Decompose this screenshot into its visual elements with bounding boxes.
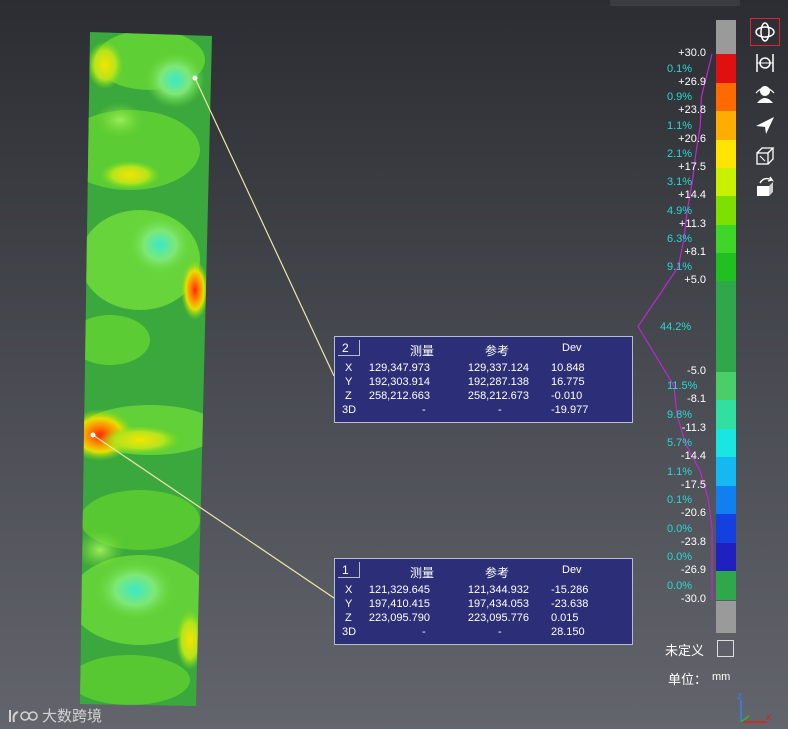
direction-arrow-icon — [756, 117, 774, 134]
callout-id: 2 — [338, 340, 360, 356]
scale-percentage: 1.1% — [667, 465, 693, 478]
view-toolbar — [750, 18, 784, 204]
scale-percentage: 0.1% — [667, 62, 693, 75]
rotate-view-icon — [755, 22, 775, 42]
box-arrow-button[interactable] — [750, 173, 780, 201]
scale-percentage: 3.1% — [667, 176, 693, 188]
measure-point-2 — [192, 75, 198, 81]
scale-percentage: 5.7% — [667, 437, 693, 449]
scale-tick-label: +30.0 — [678, 47, 706, 59]
watermark-logo-icon — [9, 709, 38, 722]
scale-tick-label: -17.5 — [680, 479, 706, 491]
callout-id: 1 — [338, 562, 360, 578]
scale-tick-label: +20.6 — [678, 133, 706, 145]
scale-tick-label: -26.9 — [680, 564, 706, 576]
callout-row: Z 223,095.790 223,095.776 0.015 — [345, 612, 579, 624]
callout-row: 3D - - -19.977 — [342, 404, 589, 416]
scale-tick-label: -8.1 — [687, 393, 706, 405]
scale-percentage: 0.0% — [667, 551, 693, 563]
watermark: 大数跨境 — [8, 705, 102, 726]
col-reference: 参考 — [485, 344, 510, 358]
scale-percentage: 0.9% — [667, 91, 693, 103]
unit-label: 单位： — [668, 672, 708, 687]
scale-percentage: 0.0% — [667, 579, 693, 592]
callout-row: Y 192,303.914 192,287.138 16.775 — [345, 376, 585, 388]
undefined-color-swatch[interactable] — [717, 640, 734, 657]
measurement-callout-2[interactable]: 2 测量 参考 Dev X 129,347.973 129,337.124 10… — [334, 336, 633, 423]
axis-x-label: x — [766, 712, 771, 723]
scale-tick-label: -11.3 — [681, 422, 706, 434]
col-dev: Dev — [562, 564, 582, 576]
unit-value: mm — [712, 671, 731, 683]
scale-tick-label: -23.8 — [680, 536, 706, 548]
callout-row: X 129,347.973 129,337.124 10.848 — [345, 362, 585, 374]
fit-view-icon — [756, 54, 774, 72]
watermark-text: 大数跨境 — [42, 708, 103, 725]
scale-percentage: 44.2% — [660, 320, 692, 333]
scale-percentage: 6.3% — [667, 233, 693, 245]
scale-tick-label: +23.8 — [678, 104, 706, 116]
scale-percentage: 4.9% — [667, 204, 693, 217]
user-view-icon — [755, 86, 775, 103]
user-view-button[interactable] — [750, 80, 780, 108]
box-arrow-icon — [757, 176, 775, 196]
scale-tick-label: -5.0 — [687, 365, 706, 377]
scale-tick-label: +17.5 — [678, 161, 706, 173]
scale-tick-label: +8.1 — [684, 246, 706, 258]
measure-point-1 — [90, 432, 96, 438]
scale-percentage: 11.5% — [667, 380, 698, 392]
scale-tick-label: +11.3 — [678, 218, 706, 230]
scale-percentage: 9.1% — [667, 261, 693, 273]
scale-percentage: 9.8% — [667, 408, 693, 421]
rotate-view-button[interactable] — [750, 18, 780, 46]
scale-percentage: 0.1% — [667, 494, 693, 506]
direction-button[interactable] — [750, 111, 780, 139]
undefined-label: 未定义 — [665, 643, 705, 658]
axis-triad: z x — [737, 691, 771, 723]
cube-view-button[interactable] — [750, 142, 780, 170]
col-reference: 参考 — [485, 566, 510, 580]
scale-tick-label: +14.4 — [678, 189, 706, 201]
cube-view-icon — [756, 147, 775, 165]
fit-view-button[interactable] — [750, 49, 780, 77]
col-measured: 测量 — [410, 566, 435, 580]
scale-tick-label: -14.4 — [680, 450, 706, 462]
callout-row: Y 197,410.415 197,434.053 -23.638 — [345, 598, 589, 610]
col-dev: Dev — [562, 342, 582, 354]
scale-percentage: 0.0% — [667, 522, 693, 535]
measurement-callout-1[interactable]: 1 测量 参考 Dev X 121,329.645 121,344.932 -1… — [334, 558, 633, 645]
scale-tick-label: -30.0 — [680, 593, 706, 605]
callout-row: 3D - - 28.150 — [342, 626, 585, 638]
scale-percentage: 1.1% — [667, 119, 693, 132]
scale-tick-label: +26.9 — [678, 76, 706, 88]
callout-row: X 121,329.645 121,344.932 -15.286 — [345, 584, 589, 596]
scale-tick-label: +5.0 — [684, 274, 706, 286]
scale-percentage: 2.1% — [667, 148, 693, 160]
callout-row: Z 258,212.663 258,212.673 -0.010 — [345, 390, 583, 402]
leader-line-2 — [194, 77, 335, 377]
scale-tick-label: -20.6 — [680, 507, 706, 519]
axis-z-label: z — [737, 691, 742, 702]
col-measured: 测量 — [410, 344, 435, 358]
